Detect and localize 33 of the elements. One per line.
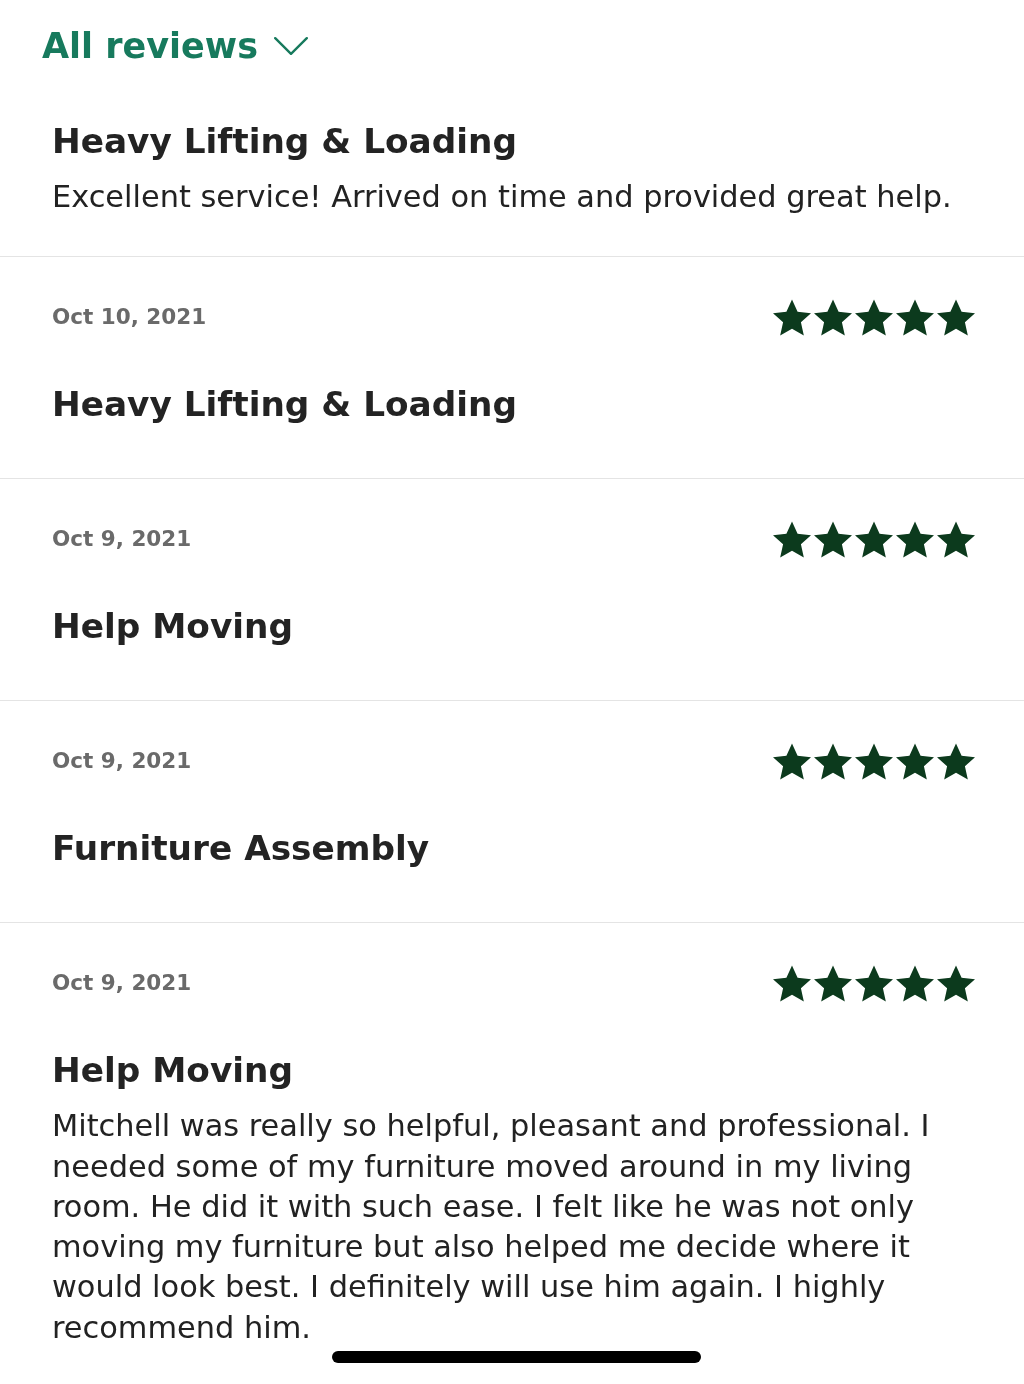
review-title: Heavy Lifting & Loading	[52, 383, 518, 427]
star-icon	[855, 964, 893, 1002]
review-title: Furniture Assembly	[52, 827, 430, 871]
star-icon	[937, 520, 975, 558]
review-date: Oct 9, 2021	[52, 969, 192, 998]
star-icon	[814, 520, 852, 558]
star-icon	[773, 964, 811, 1002]
review-text: Mitchell was really so helpful, pleasant and professional. I needed some of my furniture moved around in my living room. He did it with such ease. I felt like he was not only moving my furniture but also helped me decide where it would look best. I definitely will use him again. I highly recommend him.	[52, 1107, 931, 1347]
star-icon	[855, 520, 893, 558]
star-icon	[896, 520, 934, 558]
star-icon	[896, 298, 934, 336]
star-icon	[896, 742, 934, 780]
star-icon	[814, 298, 852, 336]
review-date: Oct 9, 2021	[52, 747, 192, 776]
review-text: Excellent service! Arrived on time and provided great help.	[52, 178, 953, 216]
star-icon	[814, 964, 852, 1002]
star-icon	[855, 742, 893, 780]
review-title: Help Moving	[52, 605, 293, 649]
chevron-down-icon	[274, 37, 308, 55]
star-icon	[937, 964, 975, 1002]
star-icon	[896, 964, 934, 1002]
star-icon	[937, 742, 975, 780]
review-date: Oct 10, 2021	[52, 303, 207, 332]
star-icon	[814, 742, 852, 780]
all-reviews-dropdown[interactable]: All reviews	[42, 23, 308, 69]
star-icon	[773, 298, 811, 336]
star-icon	[773, 520, 811, 558]
star-icon	[937, 298, 975, 336]
review-title: Help Moving	[52, 1049, 293, 1093]
review-title: Heavy Lifting & Loading	[52, 120, 518, 163]
review-date: Oct 9, 2021	[52, 525, 192, 554]
star-icon	[773, 742, 811, 780]
star-icon	[855, 298, 893, 336]
